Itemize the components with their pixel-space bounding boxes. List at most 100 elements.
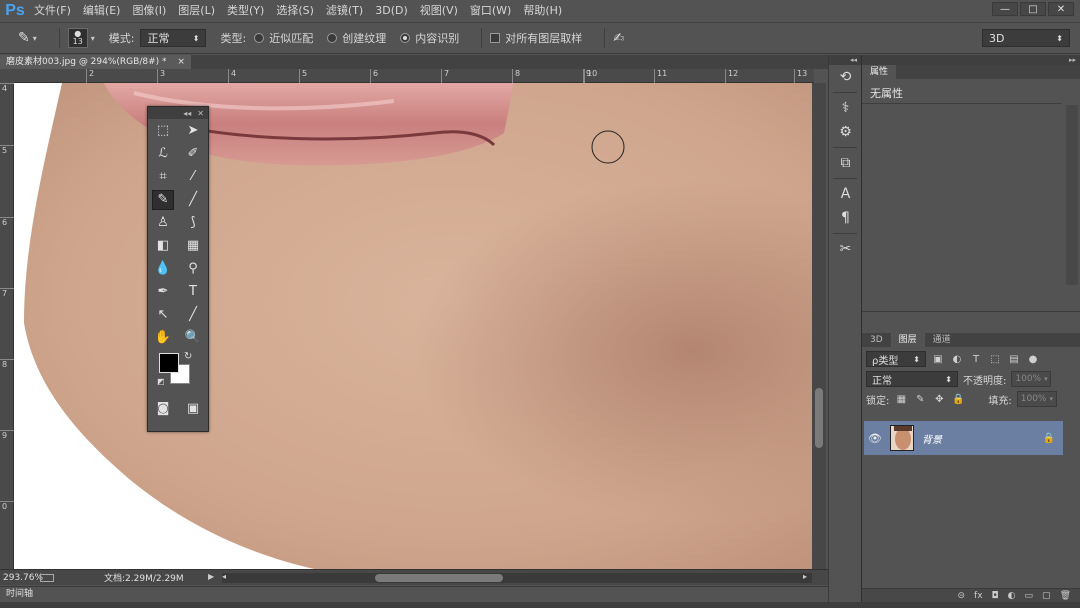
blur-tool-icon[interactable]: 💧 <box>152 259 174 279</box>
tab-layers[interactable]: 图层 <box>890 333 925 347</box>
spot-healing-brush-tool-icon[interactable]: ✎ <box>152 189 174 210</box>
paragraph-panel-icon[interactable]: ¶ <box>829 206 862 230</box>
filter-adjustment-icon[interactable]: ◐ <box>950 352 964 366</box>
lock-transparent-icon[interactable]: ▦ <box>894 392 908 406</box>
fill-input[interactable]: 100% ▾ <box>1016 391 1057 407</box>
minimize-button[interactable]: — <box>992 2 1018 16</box>
opacity-input[interactable]: 100% ▾ <box>1011 371 1052 387</box>
screen-mode-icon[interactable]: ▣ <box>182 399 204 419</box>
radio-content-aware[interactable] <box>400 33 411 43</box>
crop-tool-icon[interactable]: ⌗ <box>152 167 174 187</box>
filter-smart-object-icon[interactable]: ▤ <box>1007 352 1021 366</box>
horizontal-scroll-thumb[interactable] <box>375 574 503 582</box>
sample-all-checkbox[interactable] <box>490 33 501 43</box>
menu-3d[interactable]: 3D(D) <box>369 0 414 22</box>
lock-pixels-icon[interactable]: ✎ <box>913 392 927 406</box>
vertical-scrollbar[interactable] <box>812 83 826 569</box>
collapse-icon[interactable]: ◂◂ <box>183 109 191 118</box>
quick-select-tool-icon[interactable]: ✐ <box>182 144 204 164</box>
hand-tool-icon[interactable]: ✋ <box>152 328 174 348</box>
brush-tool-icon[interactable]: ╱ <box>182 190 204 210</box>
workspace-select[interactable]: 3D ⬍ <box>982 29 1070 47</box>
close-icon[interactable]: ✕ <box>197 109 204 118</box>
menu-type[interactable]: 类型(Y) <box>221 0 270 22</box>
clone-source-panel-icon[interactable]: ⧉ <box>829 151 862 175</box>
menu-help[interactable]: 帮助(H) <box>517 0 568 22</box>
add-mask-icon[interactable]: ◘ <box>992 591 999 601</box>
menu-window[interactable]: 窗口(W) <box>464 0 517 22</box>
layer-row-background[interactable]: 👁 背景 🔒 <box>864 421 1063 455</box>
adjustment-layer-icon[interactable]: ◐ <box>1008 591 1016 601</box>
new-layer-icon[interactable]: ▢ <box>1042 591 1051 601</box>
default-colors-icon[interactable]: ◩ <box>157 377 165 386</box>
character-panel-icon[interactable]: A <box>829 182 862 206</box>
lasso-tool-icon[interactable]: ℒ <box>152 144 174 164</box>
pen-tool-icon[interactable]: ✒ <box>152 282 174 302</box>
document-canvas[interactable] <box>14 83 812 569</box>
brush-size-picker[interactable]: ● 13 ▾ <box>67 28 95 48</box>
path-select-tool-icon[interactable]: ↖ <box>152 305 174 325</box>
zoom-tool-icon[interactable]: 🔍 <box>182 328 204 348</box>
link-layers-icon[interactable]: ⊝ <box>958 591 966 601</box>
scroll-right-icon[interactable]: ▸ <box>803 572 807 581</box>
filter-toggle-icon[interactable]: ● <box>1026 352 1040 366</box>
layer-filter-select[interactable]: ρ类型 ⬍ <box>866 351 926 367</box>
tool-presets-panel-icon[interactable]: ✂ <box>829 237 862 261</box>
document-tab[interactable]: 磨皮素材003.jpg @ 294%(RGB/8#) * × <box>0 55 191 69</box>
properties-panel-header[interactable]: ▸▸ <box>862 55 1080 65</box>
close-icon[interactable]: × <box>177 57 185 67</box>
properties-scrollbar[interactable] <box>1066 105 1078 285</box>
history-panel-icon[interactable]: ⟲ <box>829 65 862 89</box>
radio-create-texture[interactable] <box>327 33 338 43</box>
menu-filter[interactable]: 滤镜(T) <box>320 0 369 22</box>
menu-image[interactable]: 图像(I) <box>126 0 172 22</box>
vertical-scroll-thumb[interactable] <box>815 388 823 448</box>
eyedropper-tool-icon[interactable]: ⁄ <box>182 167 204 187</box>
move-tool-icon[interactable]: ➤ <box>182 121 204 141</box>
brush-size-box[interactable]: ● 13 <box>67 28 88 48</box>
radio-proximity-match[interactable] <box>254 33 265 43</box>
menu-select[interactable]: 选择(S) <box>270 0 320 22</box>
zoom-level[interactable]: 293.76% <box>0 573 43 583</box>
menu-file[interactable]: 文件(F) <box>28 0 77 22</box>
swap-colors-icon[interactable]: ↻ <box>184 351 192 362</box>
history-brush-tool-icon[interactable]: ⟆ <box>182 213 204 233</box>
tab-properties[interactable]: 属性 <box>862 65 897 79</box>
new-group-icon[interactable]: ▭ <box>1025 591 1034 601</box>
brush-panel-icon[interactable]: ⚕ <box>829 96 862 120</box>
icon-column-header[interactable]: ◂◂ <box>829 55 861 65</box>
pressure-size-icon[interactable]: ✍ <box>613 31 624 46</box>
menu-edit[interactable]: 编辑(E) <box>77 0 127 22</box>
quick-mask-icon[interactable]: ◙ <box>152 399 174 419</box>
adjustments-panel-icon[interactable]: ⚙ <box>829 120 862 144</box>
horizontal-scrollbar[interactable] <box>222 573 812 583</box>
lock-position-icon[interactable]: ✥ <box>932 392 946 406</box>
play-arrow-icon[interactable]: ▶ <box>208 572 214 581</box>
eraser-tool-icon[interactable]: ◧ <box>152 236 174 256</box>
maximize-button[interactable]: □ <box>1020 2 1046 16</box>
tool-preset-picker[interactable]: ✎ ▾ <box>18 30 37 46</box>
layer-style-icon[interactable]: fx <box>974 591 983 601</box>
lock-all-icon[interactable]: 🔒 <box>951 392 965 406</box>
eye-icon[interactable]: 👁 <box>864 432 886 445</box>
clone-stamp-tool-icon[interactable]: ♙ <box>152 213 174 233</box>
marquee-tool-icon[interactable]: ⬚ <box>152 121 174 141</box>
tab-channels[interactable]: 通道 <box>925 333 959 347</box>
dodge-tool-icon[interactable]: ⚲ <box>182 259 204 279</box>
scroll-left-icon[interactable]: ◂ <box>222 572 226 581</box>
filter-type-icon[interactable]: T <box>969 352 983 366</box>
tab-3d[interactable]: 3D <box>862 333 891 347</box>
menu-view[interactable]: 视图(V) <box>414 0 464 22</box>
menu-layer[interactable]: 图层(L) <box>172 0 221 22</box>
delete-layer-icon[interactable]: 🗑 <box>1060 591 1071 601</box>
filter-shape-icon[interactable]: ⬚ <box>988 352 1002 366</box>
filter-pixel-icon[interactable]: ▣ <box>931 352 945 366</box>
mode-select[interactable]: 正常 ⬍ <box>140 29 207 47</box>
blend-mode-select[interactable]: 正常 ⬍ <box>866 371 958 387</box>
type-tool-icon[interactable]: T <box>182 282 204 302</box>
timeline-panel-tab[interactable]: 时间轴 <box>0 586 828 602</box>
close-button[interactable]: ✕ <box>1048 2 1074 16</box>
gradient-tool-icon[interactable]: ▦ <box>182 236 204 256</box>
line-tool-icon[interactable]: ╱ <box>182 305 204 325</box>
tools-panel-header[interactable]: ◂◂ ✕ <box>148 107 208 119</box>
